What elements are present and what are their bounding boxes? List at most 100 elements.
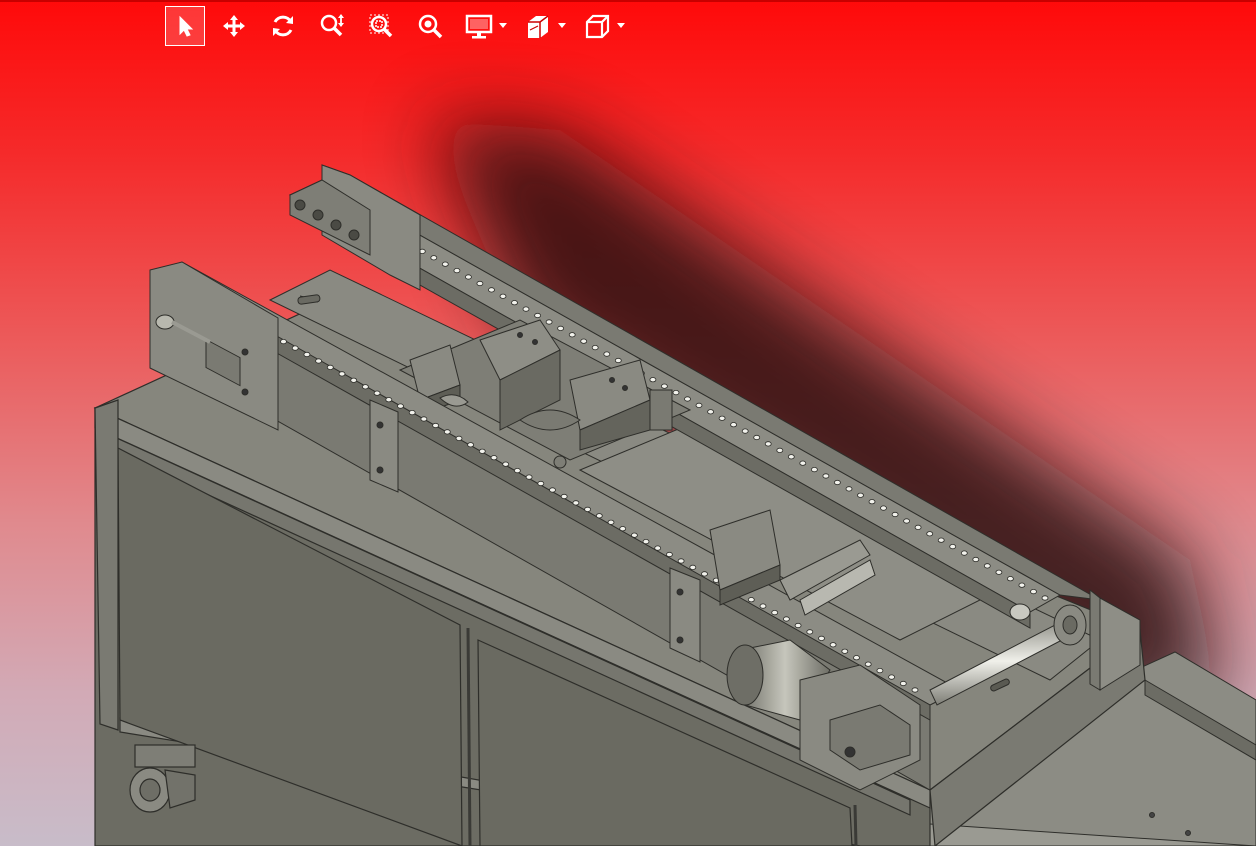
roller-bead [845, 486, 853, 492]
roller-bead [972, 556, 980, 563]
roller-bead [560, 493, 568, 500]
roller-bead [799, 460, 807, 466]
roller-bead [584, 506, 591, 512]
view-orientation-dropdown[interactable] [577, 6, 627, 46]
roller-bead [689, 564, 697, 571]
roller-bead [759, 603, 767, 609]
roller-bead [666, 551, 673, 558]
section-view-icon [528, 15, 549, 38]
pan-move-icon [223, 15, 245, 37]
roller-bead [880, 505, 887, 511]
roller-bead [430, 255, 438, 261]
roller-bead [695, 402, 703, 408]
roller-bead [764, 441, 772, 447]
roller-bead [572, 500, 580, 506]
roller-bead [545, 319, 553, 325]
roller-bead [995, 569, 1003, 575]
roller-bead [1030, 588, 1037, 595]
roller-bead [937, 537, 945, 543]
roller-bead [291, 345, 299, 351]
roller-bead [488, 287, 495, 293]
roller-bead [960, 550, 968, 556]
roller-bead [326, 364, 334, 370]
roller-bead [818, 635, 825, 642]
roller-bead [806, 629, 814, 635]
roller-bead [1018, 582, 1026, 588]
roller-bead [783, 616, 790, 622]
roller-bead [794, 622, 802, 629]
roller-bead [864, 661, 872, 667]
roller-bead [707, 409, 714, 415]
roller-bead [614, 357, 622, 364]
roller-bead [888, 674, 895, 680]
pan-button[interactable] [214, 6, 254, 46]
roller-bead [1007, 576, 1014, 582]
roller-bead [914, 524, 922, 531]
rotate-button[interactable] [263, 6, 303, 46]
roller-bead [557, 325, 564, 331]
display-mode-dropdown[interactable] [459, 6, 509, 46]
chevron-down-icon [499, 23, 507, 28]
roller-bead [464, 274, 472, 280]
roller-bead [649, 377, 657, 383]
roller-bead [684, 396, 691, 402]
roller-bead [408, 409, 416, 416]
roller-bead [441, 261, 449, 267]
roller-bead [619, 526, 627, 532]
zoom-fit-icon [418, 14, 443, 39]
machine-3d-model[interactable] [0, 0, 1256, 846]
roller-bead [315, 358, 323, 364]
roller-bead [280, 338, 287, 345]
roller-bead [420, 416, 428, 422]
roller-bead [787, 454, 795, 460]
roller-bead [834, 479, 841, 486]
roller-bead [899, 680, 907, 687]
roller-bead [983, 563, 991, 569]
roller-bead [397, 403, 404, 409]
roller-bead [876, 667, 884, 674]
roller-bead [949, 543, 957, 550]
roller-bead [771, 609, 779, 616]
zoom-fit-button[interactable] [410, 6, 450, 46]
roller-bead [476, 280, 484, 287]
roller-bead [654, 545, 662, 551]
roller-bead [525, 474, 533, 480]
zoom-window-button[interactable] [361, 6, 401, 46]
roller-bead [718, 415, 726, 421]
roller-bead [591, 344, 599, 351]
caster-wheel [129, 744, 196, 813]
roller-bead [443, 429, 451, 435]
select-button[interactable] [165, 6, 205, 46]
roller-bead [701, 571, 708, 577]
roller-bead [537, 480, 545, 487]
roller-bead [385, 397, 393, 403]
zoom-dynamic-button[interactable] [312, 6, 352, 46]
roller-bead [511, 300, 518, 306]
roller-bead [499, 293, 507, 299]
3d-viewport[interactable] [0, 0, 1256, 846]
roller-bead [607, 519, 615, 525]
zoom-dynamic-icon [320, 14, 344, 37]
zoom-window-icon [369, 14, 393, 38]
roller-bead [467, 442, 475, 448]
select-arrow-icon [179, 15, 194, 37]
roller-bead [603, 351, 611, 357]
chevron-down-icon [617, 23, 625, 28]
section-view-dropdown[interactable] [518, 6, 568, 46]
roller-bead [568, 332, 576, 338]
roller-bead [502, 461, 510, 467]
roller-bead [631, 532, 638, 538]
roller-bead [534, 312, 541, 319]
roller-bead [595, 513, 603, 519]
display-monitor-icon [465, 14, 493, 39]
view-cube-icon [585, 14, 610, 39]
roller-bead [514, 467, 521, 474]
roller-bead [661, 383, 668, 389]
roller-bead [753, 434, 761, 441]
roller-bead [642, 538, 650, 545]
roller-bead [730, 422, 737, 428]
roller-bead [522, 306, 530, 312]
roller-bead [453, 267, 461, 274]
roller-bead [829, 642, 837, 648]
chevron-down-icon [558, 23, 566, 28]
